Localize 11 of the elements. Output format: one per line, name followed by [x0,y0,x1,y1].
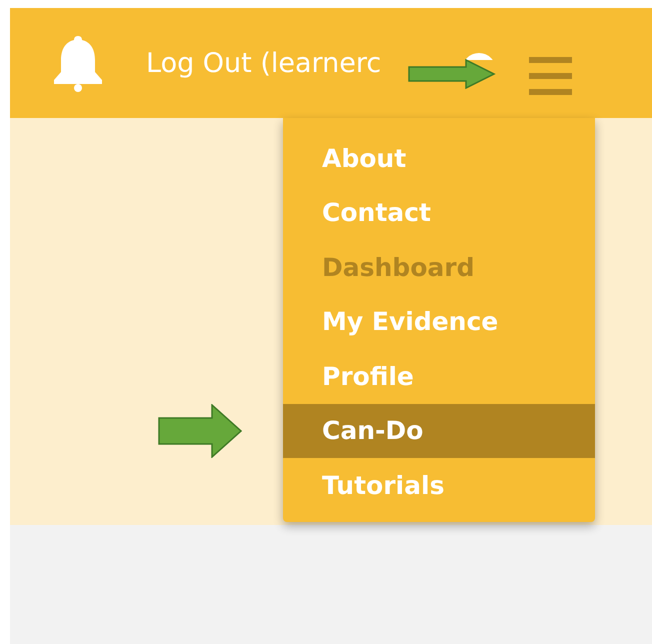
menu-item[interactable]: Contact [283,186,595,240]
arrow-icon [408,59,496,89]
menu-icon[interactable] [529,55,572,97]
bell-icon[interactable] [52,34,104,92]
menu-item[interactable]: Profile [283,349,595,404]
menu-item[interactable]: My Evidence [283,294,595,349]
logout-link[interactable]: Log Out (learnerc [146,48,382,78]
arrow-icon [158,404,242,458]
menu-item[interactable]: Can-Do [283,404,595,458]
menu-item[interactable]: Tutorials [283,458,595,512]
menu-item[interactable]: About [283,131,595,186]
